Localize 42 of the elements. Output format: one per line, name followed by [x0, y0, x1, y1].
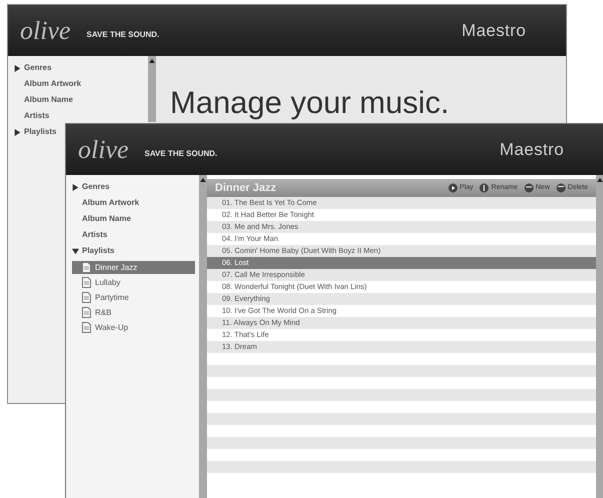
sidebar-item[interactable]: Album Name	[72, 213, 195, 225]
triangle-right-icon[interactable]	[72, 184, 79, 190]
scrollbar[interactable]	[199, 175, 207, 498]
playlist-item[interactable]: Partytime	[72, 291, 195, 304]
window-title: Maestro	[500, 138, 564, 161]
triangle-right-icon[interactable]	[14, 128, 21, 136]
sidebar-item[interactable]: Genres	[82, 181, 110, 193]
sidebar-item[interactable]: Artists	[14, 110, 144, 122]
document-icon	[82, 307, 91, 318]
playlist-item[interactable]: Dinner Jazz	[72, 261, 195, 274]
scroll-up-icon[interactable]	[200, 177, 206, 183]
scroll-up-icon[interactable]	[149, 58, 155, 64]
rename-icon	[479, 183, 490, 193]
logo: olive	[20, 18, 71, 44]
triangle-down-icon[interactable]	[72, 248, 79, 254]
playlist-item[interactable]: R&B	[72, 306, 195, 319]
logo: olive	[78, 136, 129, 162]
scroll-up-icon[interactable]	[597, 177, 603, 183]
delete-icon	[556, 183, 566, 193]
headline: Manage your music.	[170, 85, 450, 120]
sidebar-item[interactable]: Album Artwork	[72, 197, 195, 209]
sidebar-item[interactable]: Playlists	[82, 245, 114, 257]
playlist-item[interactable]: Lullaby	[72, 276, 195, 289]
sidebar-item[interactable]: Playlists	[24, 126, 56, 138]
tagline: SAVE THE SOUND.	[86, 28, 160, 40]
sidebar-item[interactable]: Artists	[72, 229, 195, 241]
play-icon	[448, 183, 458, 193]
document-icon	[82, 322, 91, 333]
document-icon	[82, 262, 91, 273]
playlist-item[interactable]: Wake-Up	[72, 321, 195, 334]
window-title: Maestro	[462, 20, 526, 42]
scrollbar[interactable]	[596, 175, 603, 498]
sidebar-item[interactable]: Album Artwork	[14, 78, 144, 90]
document-icon	[82, 292, 91, 303]
sidebar-item[interactable]: Genres	[24, 62, 52, 74]
triangle-right-icon[interactable]	[14, 64, 21, 72]
scrollbar[interactable]	[148, 56, 156, 122]
sidebar-item[interactable]: Album Name	[14, 94, 144, 106]
playlist-title: Dinner Jazz	[215, 180, 276, 196]
tagline: SAVE THE SOUND.	[144, 148, 218, 160]
document-icon	[82, 277, 91, 288]
new-icon	[524, 183, 534, 193]
